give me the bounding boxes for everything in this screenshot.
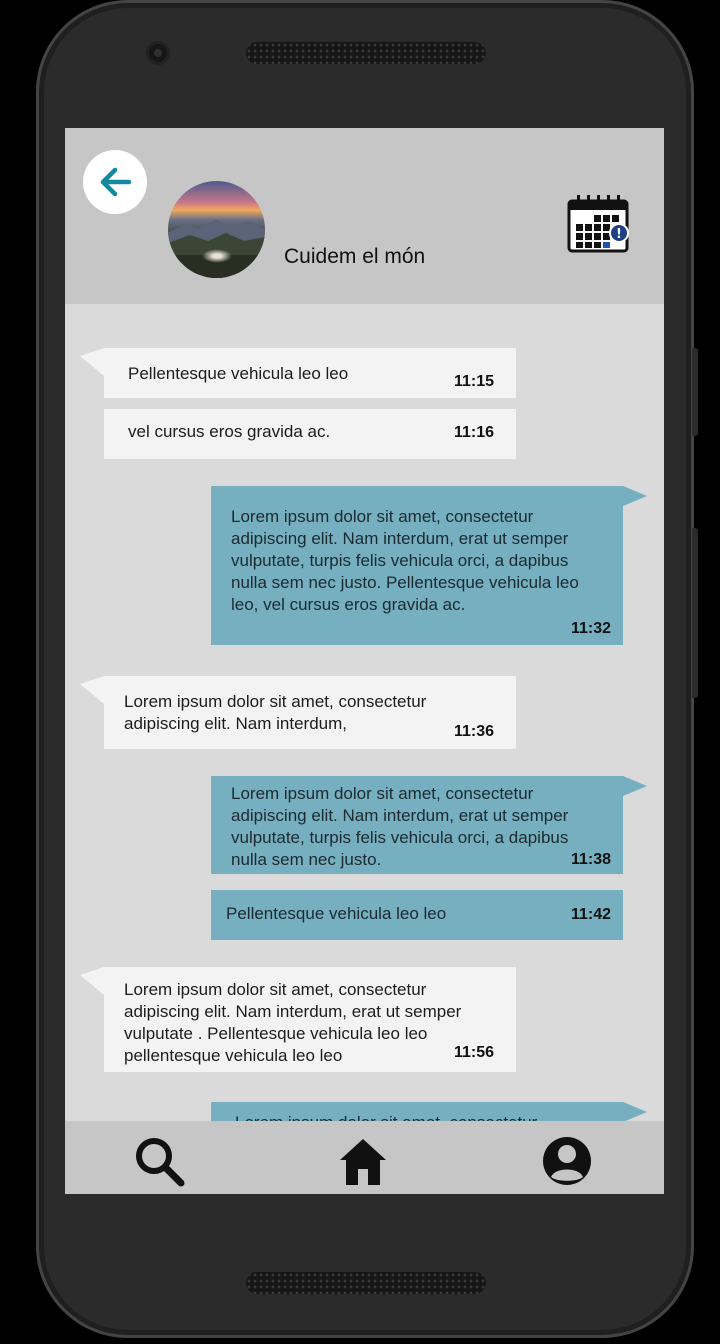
calendar-badge: !	[616, 227, 622, 242]
message-incoming[interactable]: Pellentesque vehicula leo leo 11:15	[80, 348, 516, 398]
front-camera	[146, 41, 170, 65]
message-time: 11:15	[453, 373, 494, 390]
chat-title: Cuidem el món	[284, 245, 426, 268]
profile-icon[interactable]	[541, 1135, 593, 1187]
message-incoming[interactable]: Lorem ipsum dolor sit amet, consectetur …	[80, 676, 516, 749]
power-button	[692, 528, 698, 698]
message-time: 11:32	[570, 620, 611, 637]
message-text: Lorem ipsum dolor sit amet, consectetur …	[124, 980, 462, 1065]
search-icon[interactable]	[133, 1135, 185, 1187]
landscape-village	[202, 249, 232, 263]
message-outgoing[interactable]: Lorem ipsum dolor sit amet, consectetur …	[211, 776, 647, 874]
message-incoming[interactable]: Lorem ipsum dolor sit amet, consectetur …	[80, 967, 516, 1072]
app-screen: Cuidem el món ! Pellentesque vehicula le…	[65, 128, 664, 1194]
bottom-speaker	[246, 1272, 486, 1294]
chat-header: Cuidem el món !	[65, 128, 664, 304]
message-time: 11:42	[570, 906, 611, 923]
message-outgoing[interactable]: Pellentesque vehicula leo leo 11:42	[211, 890, 623, 940]
arrow-left-icon	[100, 167, 132, 197]
bottom-navbar	[65, 1121, 664, 1194]
message-text: Pellentesque vehicula leo leo	[226, 904, 447, 923]
message-text: vel cursus eros gravida ac.	[128, 422, 331, 441]
message-outgoing[interactable]: Lorem ipsum dolor sit amet, consectetur …	[211, 486, 647, 645]
chat-avatar[interactable]	[168, 181, 265, 278]
back-button[interactable]	[83, 150, 147, 214]
message-time: 11:16	[453, 424, 494, 441]
message-text: Lorem ipsum dolor sit amet, consectetur …	[231, 507, 579, 614]
volume-button	[692, 348, 698, 436]
message-text: Lorem ipsum dolor sit amet, consectetur …	[124, 692, 427, 733]
message-text: Lorem ipsum dolor sit amet, consectetur …	[231, 784, 569, 869]
message-list[interactable]: Pellentesque vehicula leo leo 11:15 vel …	[65, 304, 664, 1162]
message-time: 11:36	[453, 723, 494, 740]
calendar-alert-icon[interactable]: !	[565, 193, 631, 257]
message-text: Pellentesque vehicula leo leo	[128, 364, 349, 383]
message-time: 11:38	[570, 851, 611, 868]
message-time: 11:56	[453, 1044, 494, 1061]
top-speaker	[246, 42, 486, 64]
home-icon[interactable]	[337, 1135, 389, 1187]
message-incoming[interactable]: vel cursus eros gravida ac. 11:16	[104, 409, 516, 459]
